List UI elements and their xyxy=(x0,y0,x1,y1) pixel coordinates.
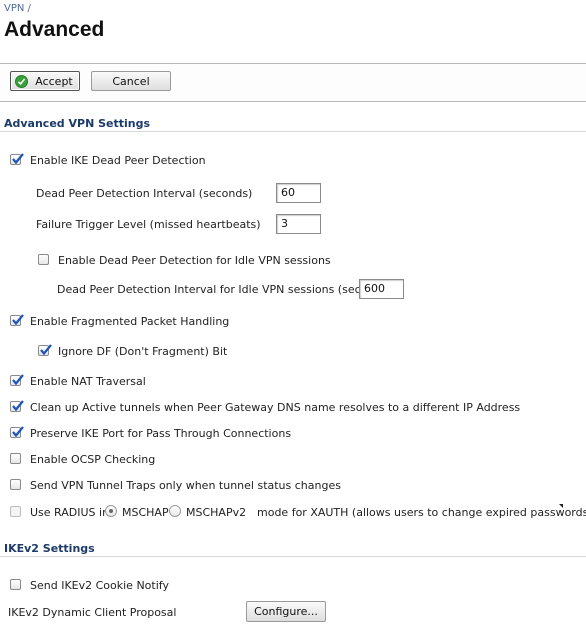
accept-label: Accept xyxy=(35,75,73,88)
checkmark-circle-icon xyxy=(15,75,28,88)
radius-label-suffix: mode for XAUTH (allows users to change e… xyxy=(257,506,586,519)
section-title-advanced-vpn: Advanced VPN Settings xyxy=(4,117,151,130)
mschap-radio[interactable] xyxy=(105,505,117,517)
preserve-ike-port-label: Preserve IKE Port for Pass Through Conne… xyxy=(30,427,292,440)
breadcrumb[interactable]: VPN / xyxy=(4,3,31,14)
dpd-interval-input[interactable]: 60 xyxy=(276,183,321,203)
nat-traversal-label: Enable NAT Traversal xyxy=(30,375,146,388)
tunnel-traps-label: Send VPN Tunnel Traps only when tunnel s… xyxy=(30,479,341,492)
radius-checkbox[interactable] xyxy=(10,506,21,517)
mschapv2-radio[interactable] xyxy=(169,505,181,517)
preserve-ike-port-checkbox[interactable] xyxy=(10,426,24,438)
enable-idle-dpd-checkbox[interactable] xyxy=(38,254,49,265)
ignore-df-label: Ignore DF (Don't Fragment) Bit xyxy=(58,345,228,358)
ikev2-dynamic-client-proposal-label: IKEv2 Dynamic Client Proposal xyxy=(8,606,177,619)
idle-dpd-interval-label: Dead Peer Detection Interval for Idle VP… xyxy=(57,283,392,296)
section-divider xyxy=(0,556,586,557)
tunnel-traps-checkbox[interactable] xyxy=(10,479,21,490)
ikev2-cookie-notify-checkbox[interactable] xyxy=(10,579,21,590)
radius-label-prefix: Use RADIUS in xyxy=(30,506,110,519)
ocsp-checkbox[interactable] xyxy=(10,453,21,464)
fragmented-packet-checkbox[interactable] xyxy=(10,314,24,326)
mschap-label: MSCHAP xyxy=(122,506,169,519)
cleanup-tunnels-checkbox[interactable] xyxy=(10,400,24,412)
page-title: Advanced xyxy=(4,18,105,41)
cancel-button[interactable]: Cancel xyxy=(91,71,171,91)
cleanup-tunnels-label: Clean up Active tunnels when Peer Gatewa… xyxy=(30,401,521,414)
section-title-ikev2: IKEv2 Settings xyxy=(4,542,95,555)
idle-dpd-interval-input[interactable]: 600 xyxy=(359,279,404,299)
dpd-interval-label: Dead Peer Detection Interval (seconds) xyxy=(36,187,253,200)
mschapv2-label: MSCHAPv2 xyxy=(186,506,247,519)
enable-ike-dpd-label: Enable IKE Dead Peer Detection xyxy=(30,154,206,167)
fragmented-packet-label: Enable Fragmented Packet Handling xyxy=(30,315,230,328)
failure-trigger-label: Failure Trigger Level (missed heartbeats… xyxy=(36,218,261,231)
toolbar: Accept Cancel xyxy=(0,63,586,102)
section-divider xyxy=(0,131,586,132)
ocsp-label: Enable OCSP Checking xyxy=(30,453,156,466)
accept-button[interactable]: Accept xyxy=(10,71,80,91)
ignore-df-checkbox[interactable] xyxy=(38,344,52,356)
nat-traversal-checkbox[interactable] xyxy=(10,374,24,386)
enable-idle-dpd-label: Enable Dead Peer Detection for Idle VPN … xyxy=(58,254,331,267)
configure-button[interactable]: Configure... xyxy=(246,601,326,622)
failure-trigger-input[interactable]: 3 xyxy=(276,214,321,234)
resize-corner-icon xyxy=(559,504,563,508)
enable-ike-dpd-checkbox[interactable] xyxy=(10,153,24,165)
ikev2-cookie-notify-label: Send IKEv2 Cookie Notify xyxy=(30,579,169,592)
